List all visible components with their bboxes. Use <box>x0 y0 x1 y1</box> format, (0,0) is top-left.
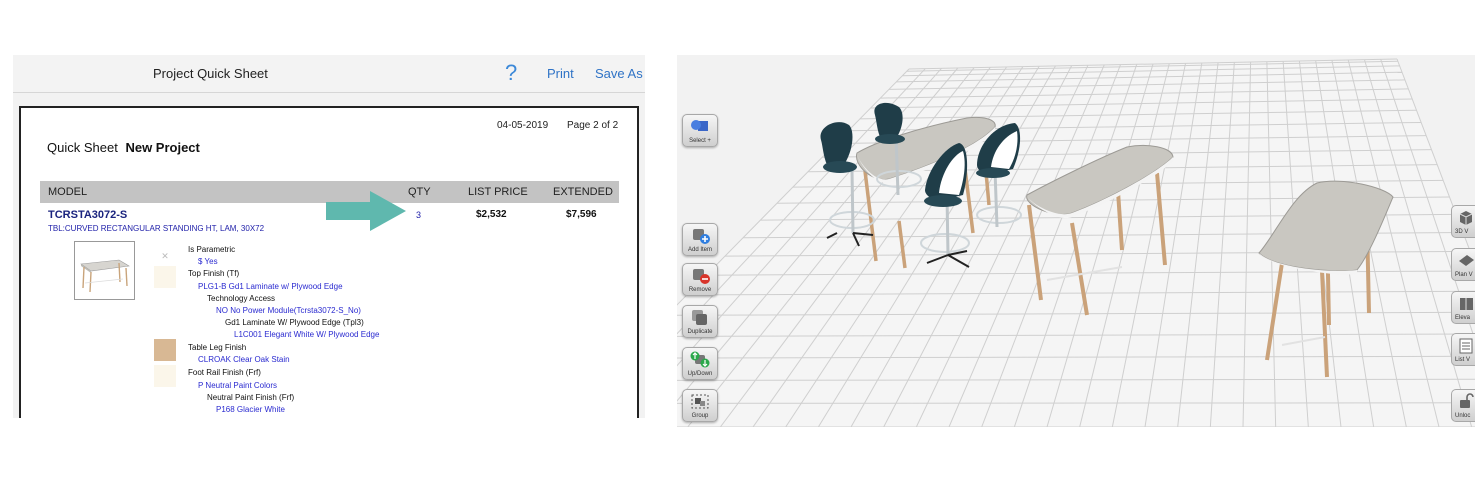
no-image-swatch-icon: ✕ <box>154 245 176 267</box>
quick-sheet-title: Project Quick Sheet <box>153 66 268 81</box>
3d-scene[interactable] <box>677 55 1475 427</box>
tool-label: Group <box>691 413 709 419</box>
list-view-button[interactable]: List V <box>1451 333 1475 366</box>
quick-sheet-toolbar: Project Quick Sheet ? Print Save As <box>13 55 645 93</box>
group-icon <box>691 394 709 409</box>
unlock-button[interactable]: Unloc <box>1451 389 1475 422</box>
option-label: Gd1 Laminate W/ Plywood Edge (Tpl3) <box>225 318 364 327</box>
save-as-button[interactable]: Save As <box>595 66 643 81</box>
print-button[interactable]: Print <box>547 66 574 81</box>
leg-finish-swatch <box>154 339 176 361</box>
item-thumbnail <box>74 241 135 300</box>
tool-label: Remove <box>688 287 712 293</box>
option-label: Table Leg Finish <box>188 343 247 352</box>
option-value: L1C001 Elegant White W/ Plywood Edge <box>234 330 380 339</box>
tool-select-button[interactable]: Select + <box>682 114 718 147</box>
column-header-extended: EXTENDED <box>553 186 613 198</box>
duplicate-icon <box>692 310 707 325</box>
quick-sheet-panel: Project Quick Sheet ? Print Save As 04-0… <box>13 55 645 418</box>
option-value: CLROAK Clear Oak Stain <box>198 355 290 364</box>
3d-view-icon <box>1459 211 1473 225</box>
up-down-icon <box>690 351 710 368</box>
3d-view-button[interactable]: 3D V <box>1451 205 1475 238</box>
elevation-view-button[interactable]: Eleva <box>1451 291 1475 324</box>
item-description: TBL:CURVED RECTANGULAR STANDING HT, LAM,… <box>48 224 265 233</box>
tool-up-down-button[interactable]: Up/Down <box>682 347 718 380</box>
column-header-list-price: LIST PRICE <box>468 186 528 198</box>
quick-sheet-document: 04-05-2019 Page 2 of 2 Quick Sheet New P… <box>19 106 639 418</box>
help-icon[interactable]: ? <box>505 60 517 86</box>
option-label: Top Finish (Tf) <box>188 269 240 278</box>
plan-view-button[interactable]: Plan V <box>1451 248 1475 281</box>
add-item-icon <box>693 229 710 244</box>
tool-add-item-button[interactable]: Add Item <box>682 223 718 256</box>
item-list-price: $2,532 <box>476 209 507 220</box>
option-label: Neutral Paint Finish (Frf) <box>207 393 295 402</box>
option-label: Technology Access <box>207 294 276 303</box>
option-value: $ Yes <box>198 257 218 266</box>
option-label: Is Parametric <box>188 245 236 254</box>
tool-label: List V <box>1455 357 1471 363</box>
option-value: PLG1-B Gd1 Laminate w/ Plywood Edge <box>198 282 343 291</box>
tool-label: Plan V <box>1455 272 1473 278</box>
3d-planner-viewport[interactable]: Select + Add Item Remove Duplicate Up/Down Gr… <box>677 55 1475 427</box>
highlight-arrow-icon <box>326 191 406 231</box>
select-shapes-icon <box>691 120 708 131</box>
tool-group-button[interactable]: Group <box>682 389 718 422</box>
project-name: New Project <box>125 140 200 155</box>
tool-label: Unloc <box>1455 413 1471 419</box>
plan-view-icon <box>1459 255 1474 266</box>
item-extended-price: $7,596 <box>566 209 597 220</box>
sheet-label: Quick Sheet <box>47 140 118 155</box>
column-header-qty: QTY <box>408 186 431 198</box>
item-model-number[interactable]: TCRSTA3072-S <box>48 209 127 221</box>
sheet-heading: Quick Sheet New Project <box>47 140 200 155</box>
tool-label: 3D V <box>1455 229 1469 235</box>
tool-duplicate-button[interactable]: Duplicate <box>682 305 718 338</box>
option-label: Foot Rail Finish (Frf) <box>188 368 261 377</box>
list-view-icon <box>1459 338 1473 354</box>
remove-item-icon <box>693 269 710 284</box>
unlock-icon <box>1460 393 1474 408</box>
tool-label: Up/Down <box>687 371 713 377</box>
tool-label: Eleva <box>1455 315 1471 321</box>
sheet-date: 04-05-2019 <box>497 120 549 131</box>
column-header-model: MODEL <box>48 186 88 198</box>
option-value: P168 Glacier White <box>216 405 285 414</box>
tool-label: Duplicate <box>687 329 713 335</box>
option-value: P Neutral Paint Colors <box>198 381 277 390</box>
option-value: NO No Power Module(Tcrsta3072-S_No) <box>216 306 361 315</box>
foot-rail-finish-swatch <box>154 365 176 387</box>
sheet-page-number: Page 2 of 2 <box>567 120 619 131</box>
item-quantity[interactable]: 3 <box>416 210 421 220</box>
elevation-view-icon <box>1460 298 1473 310</box>
tool-label: Add Item <box>687 247 712 253</box>
tool-label: Select + <box>689 138 711 144</box>
top-finish-swatch <box>154 266 176 288</box>
tool-remove-button[interactable]: Remove <box>682 263 718 296</box>
screenshot-stage: Project Quick Sheet ? Print Save As 04-0… <box>0 0 1475 493</box>
